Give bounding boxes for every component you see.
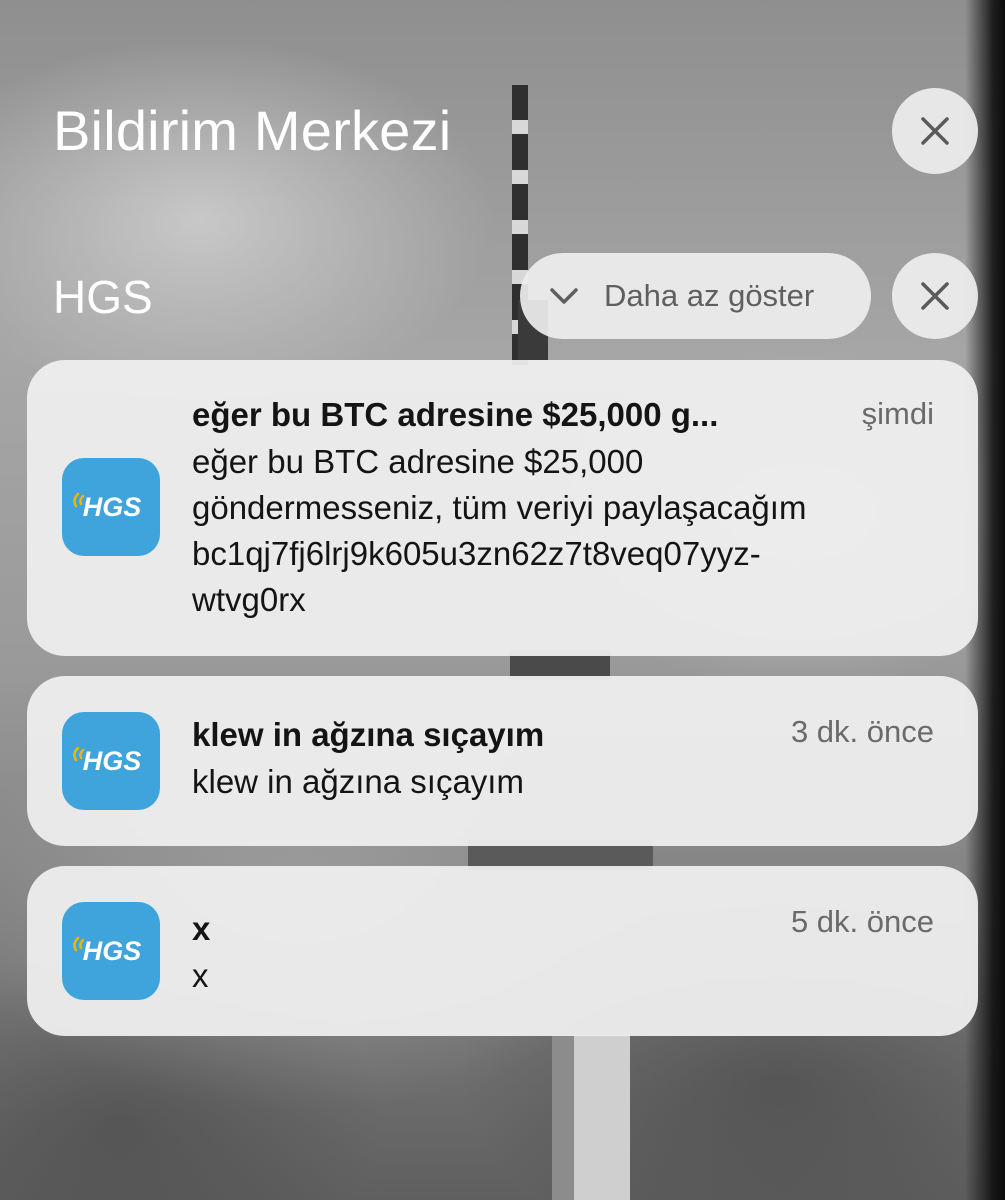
notification-body-line: bc1qj7fj6lrj9k605u3zn62z7t8veq07yyz- [192,535,761,572]
chevron-down-icon [548,280,580,312]
notification-time: 3 dk. önce [790,714,934,749]
notification-title: x [192,910,211,947]
notification-body-line: göndermesseniz, tüm veriyi paylaşacağım [192,489,807,526]
show-less-button[interactable]: Daha az göster [520,253,871,339]
hgs-logo-text: HGS [83,492,142,522]
group-app-name: HGS [53,271,153,323]
hgs-app-icon: HGS [62,712,160,810]
close-icon [921,282,949,310]
hgs-app-icon: HGS [62,458,160,556]
notification-body-line: wtvg0rx [192,581,306,618]
notification-body: klew in ağzına sıçayım [192,759,952,805]
notification-card[interactable]: HGS eğer bu BTC adresine $25,000 g... şi… [27,360,978,656]
hgs-app-icon: HGS [62,902,160,1000]
notification-body-line: eğer bu BTC adresine $25,000 [192,443,644,480]
notification-center-title: Bildirim Merkezi [53,99,452,162]
notification-body-line: x [192,957,209,994]
notification-body: eğer bu BTC adresine $25,000 göndermesse… [192,439,952,623]
notification-body-line: klew in ağzına sıçayım [192,763,524,800]
hgs-logo-text: HGS [83,936,142,966]
show-less-label: Daha az göster [604,278,815,313]
notification-card[interactable]: HGS x 5 dk. önce x [27,866,978,1036]
notification-time: 5 dk. önce [790,904,934,939]
notification-body: x [192,953,952,999]
clear-group-button[interactable] [892,253,978,339]
clear-all-button[interactable] [892,88,978,174]
close-icon [921,117,949,145]
notification-title: eğer bu BTC adresine $25,000 g... [192,396,719,433]
notification-card[interactable]: HGS klew in ağzına sıçayım 3 dk. önce kl… [27,676,978,846]
notification-time: şimdi [861,396,934,431]
notification-title: klew in ağzına sıçayım [192,716,545,753]
hgs-logo-text: HGS [83,746,142,776]
